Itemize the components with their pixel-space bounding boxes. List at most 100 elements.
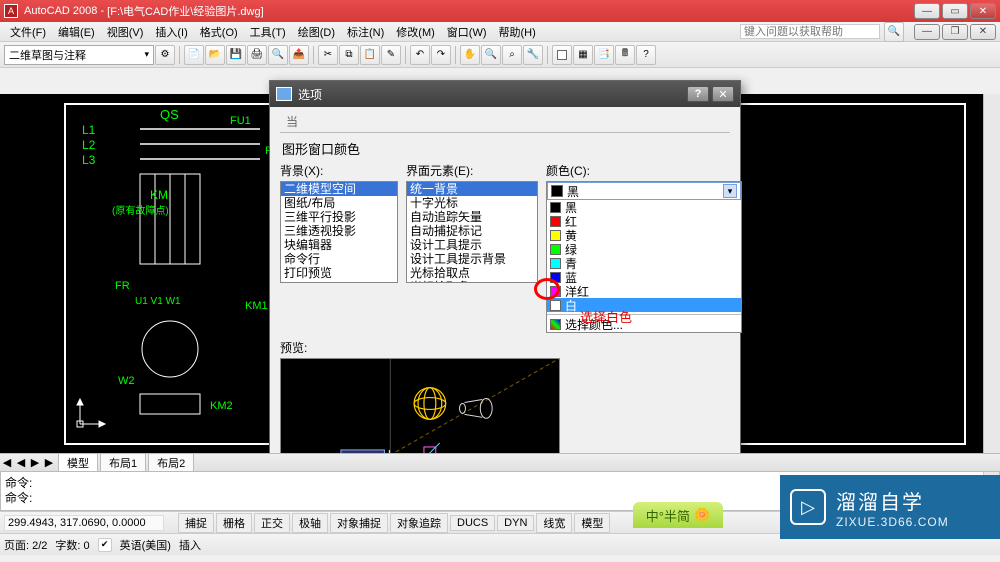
menu-modify[interactable]: 修改(M) (390, 22, 441, 42)
menu-edit[interactable]: 编辑(E) (52, 22, 101, 42)
svg-text:L1: L1 (82, 123, 96, 137)
tab-nav-last[interactable]: ▶ (42, 456, 56, 469)
mdi-minimize[interactable]: — (914, 24, 940, 40)
sheetset-icon[interactable]: 📑 (594, 45, 614, 65)
menu-file[interactable]: 文件(F) (4, 22, 52, 42)
element-label: 界面元素(E): (406, 162, 538, 179)
context-item[interactable]: 二维模型空间 (281, 182, 397, 196)
tab-model[interactable]: 模型 (58, 453, 98, 472)
mdi-restore[interactable]: ❐ (942, 24, 968, 40)
ws-settings-icon[interactable]: ⚙ (155, 45, 175, 65)
workspace-combo[interactable]: 二维草图与注释▾ (4, 45, 154, 65)
page-indicator: 页面: 2/2 (4, 537, 47, 553)
svg-text:FR: FR (115, 280, 130, 292)
svg-text:L3: L3 (82, 153, 96, 167)
toolbar-workspace: 二维草图与注释▾ ⚙ 📄 📂 💾 🖨 🔍 📤 ✂ ⧉ 📋 ✎ ↶ ↷ ✋ 🔍 ⌕… (0, 42, 1000, 68)
menubar: 文件(F) 编辑(E) 视图(V) 插入(I) 格式(O) 工具(T) 绘图(D… (0, 22, 1000, 42)
cut-icon[interactable]: ✂ (318, 45, 338, 65)
open-icon[interactable]: 📂 (205, 45, 225, 65)
osnap-toggle[interactable]: 对象捕捉 (330, 513, 388, 533)
snap-toggle[interactable]: 捕捉 (178, 513, 214, 533)
spellcheck-icon[interactable]: ✔ (98, 538, 112, 552)
menu-tools[interactable]: 工具(T) (244, 22, 292, 42)
dialog-tab-truncated: 当 (280, 111, 304, 132)
dwgprop-icon[interactable]: 🔧 (523, 45, 543, 65)
lwt-toggle[interactable]: 线宽 (536, 513, 572, 533)
undo-icon[interactable]: ↶ (410, 45, 430, 65)
print-icon[interactable]: 🖨 (247, 45, 267, 65)
tab-nav-first[interactable]: ◀ (0, 456, 14, 469)
color-dropdown[interactable]: 黑 ▾ 黑 红 黄 绿 青 蓝 洋红 白 选择颜色... (546, 181, 742, 333)
chevron-down-icon[interactable]: ▾ (723, 184, 737, 198)
blockwin-icon[interactable] (552, 45, 572, 65)
menu-format[interactable]: 格式(O) (194, 22, 244, 42)
dialog-close-button[interactable]: ✕ (712, 86, 734, 102)
mdi-close[interactable]: ✕ (970, 24, 996, 40)
model-layout-tabs: ◀ ◀ ▶ ▶ 模型 布局1 布局2 (0, 453, 1000, 471)
insert-mode[interactable]: 插入 (179, 537, 201, 553)
menu-view[interactable]: 视图(V) (101, 22, 150, 42)
watermark-banner: ▷ 溜溜自学 ZIXUE.3D66.COM (780, 475, 1000, 539)
toolpal-icon[interactable]: ▦ (573, 45, 593, 65)
options-dialog: 选项 ? ✕ 当 图形窗口颜色 背景(X): 二维模型空间 图纸/布局 三维平行… (269, 80, 741, 468)
model-toggle[interactable]: 模型 (574, 513, 610, 533)
new-icon[interactable]: 📄 (184, 45, 204, 65)
match-icon[interactable]: ✎ (381, 45, 401, 65)
dyn-toggle[interactable]: DYN (497, 515, 534, 531)
grid-toggle[interactable]: 栅格 (216, 513, 252, 533)
ime-badge[interactable]: 中°半简🌼 (633, 502, 723, 528)
flower-icon: 🌼 (694, 507, 710, 523)
tab-nav-prev[interactable]: ◀ (14, 456, 28, 469)
annotation-text: 选择白色 (580, 307, 632, 326)
paste-icon[interactable]: 📋 (360, 45, 380, 65)
help-icon[interactable]: ? (636, 45, 656, 65)
pan-icon[interactable]: ✋ (460, 45, 480, 65)
redo-icon[interactable]: ↷ (431, 45, 451, 65)
color-item-white[interactable]: 白 (547, 298, 741, 312)
zoom-icon[interactable]: 🔍 (481, 45, 501, 65)
menu-window[interactable]: 窗口(W) (441, 22, 493, 42)
selected-color-name: 黑 (567, 183, 579, 200)
app-icon: A (4, 4, 18, 18)
svg-text:L2: L2 (82, 138, 96, 152)
word-count: 字数: 0 (55, 537, 89, 553)
save-icon[interactable]: 💾 (226, 45, 246, 65)
dialog-help-button[interactable]: ? (687, 86, 709, 102)
close-button[interactable]: ✕ (970, 3, 996, 19)
element-listbox[interactable]: 统一背景 十字光标 自动追踪矢量 自动捕捉标记 设计工具提示 设计工具提示背景 … (406, 181, 538, 283)
menu-dim[interactable]: 标注(N) (341, 22, 390, 42)
otrack-toggle[interactable]: 对象追踪 (390, 513, 448, 533)
help-search-go[interactable]: 🔍 (884, 22, 904, 42)
ortho-toggle[interactable]: 正交 (254, 513, 290, 533)
maximize-button[interactable]: ▭ (942, 3, 968, 19)
tab-nav-next[interactable]: ▶ (28, 456, 42, 469)
watermark-title: 溜溜自学 (836, 486, 949, 515)
help-search-input[interactable] (740, 24, 880, 39)
lbl-qs: QS (160, 107, 179, 122)
minimize-button[interactable]: — (914, 3, 940, 19)
calc-icon[interactable]: 🖩 (615, 45, 635, 65)
preview-icon[interactable]: 🔍 (268, 45, 288, 65)
choose-color-item[interactable]: 选择颜色... (547, 314, 741, 332)
coordinates-readout: 299.4943, 317.0690, 0.0000 (4, 515, 164, 531)
watermark-url: ZIXUE.3D66.COM (836, 515, 949, 529)
tab-layout1[interactable]: 布局1 (100, 453, 146, 472)
language-indicator[interactable]: 英语(美国) (120, 537, 171, 553)
polar-toggle[interactable]: 极轴 (292, 513, 328, 533)
tab-layout2[interactable]: 布局2 (148, 453, 194, 472)
doc-title: [F:\电气CAD作业\经验图片.dwg] (107, 3, 263, 19)
menu-insert[interactable]: 插入(I) (149, 22, 193, 42)
dialog-titlebar[interactable]: 选项 ? ✕ (270, 81, 740, 107)
ducs-toggle[interactable]: DUCS (450, 515, 495, 531)
context-listbox[interactable]: 二维模型空间 图纸/布局 三维平行投影 三维透视投影 块编辑器 命令行 打印预览 (280, 181, 398, 283)
menu-draw[interactable]: 绘图(D) (292, 22, 341, 42)
preview-label: 预览: (280, 339, 730, 356)
publish-icon[interactable]: 📤 (289, 45, 309, 65)
color-list[interactable]: 黑 红 黄 绿 青 蓝 洋红 白 选择颜色... (547, 200, 741, 332)
menu-help[interactable]: 帮助(H) (493, 22, 542, 42)
context-label: 背景(X): (280, 162, 398, 179)
dialog-heading: 图形窗口颜色 (282, 139, 730, 158)
svg-text:KM: KM (150, 188, 168, 202)
copy-icon[interactable]: ⧉ (339, 45, 359, 65)
zoomwin-icon[interactable]: ⌕ (502, 45, 522, 65)
